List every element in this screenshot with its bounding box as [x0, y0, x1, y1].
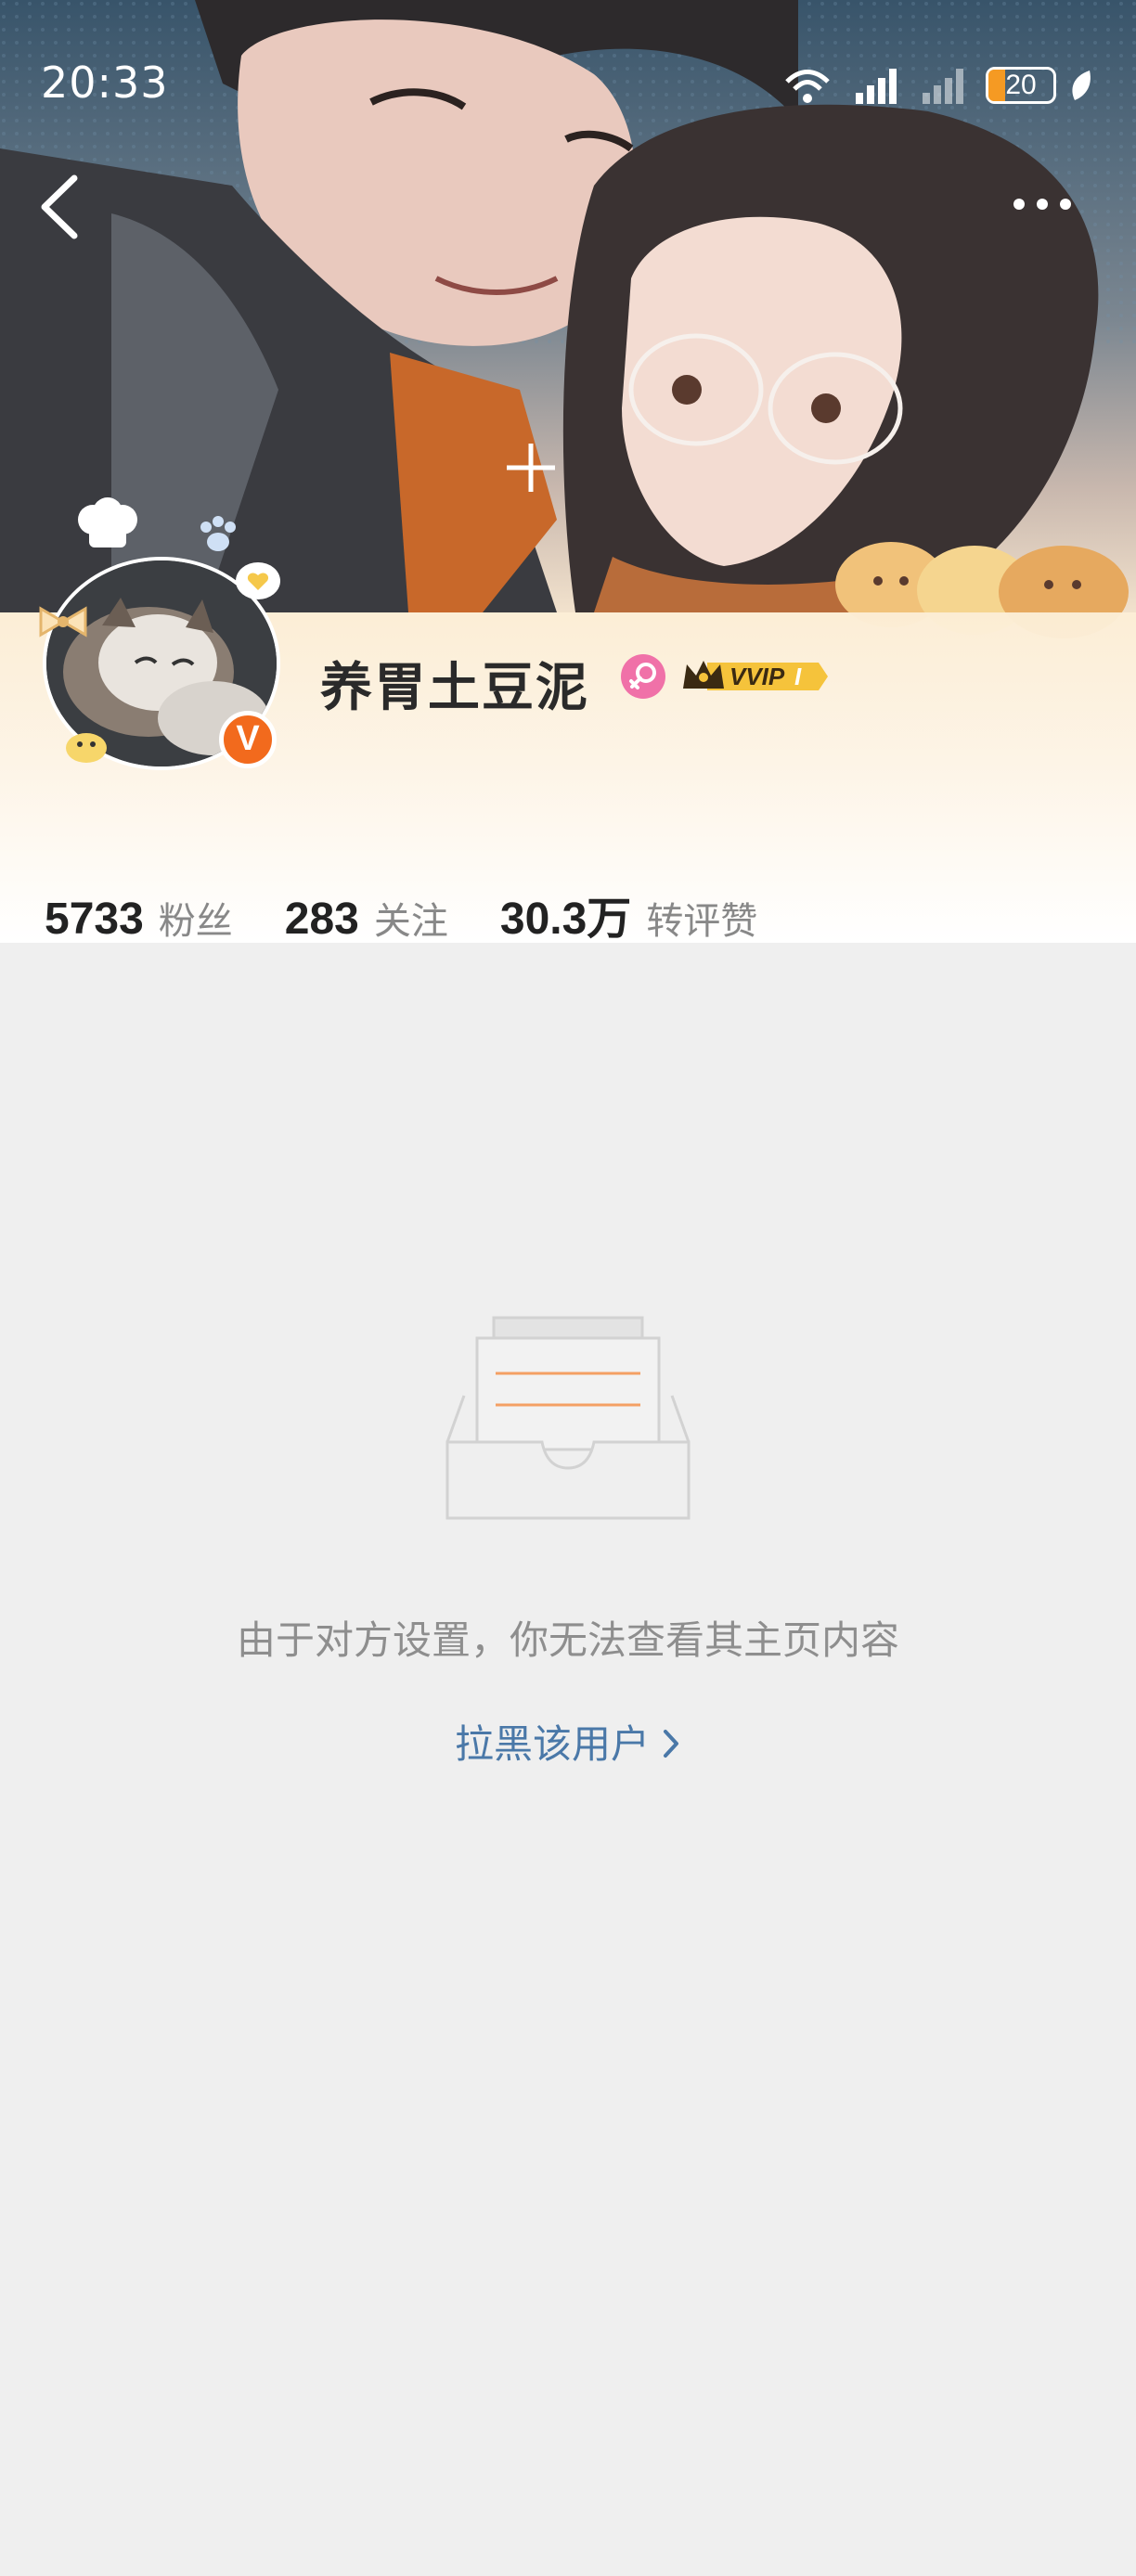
profile-stats: 5733 粉丝 283 关注 30.3万 转评赞	[45, 882, 809, 947]
bow-icon	[39, 606, 87, 638]
verified-badge: V	[219, 711, 277, 768]
stat-label: 转评赞	[646, 900, 758, 943]
stat-following[interactable]: 283 关注	[285, 891, 448, 945]
empty-state-message: 由于对方设置，你无法查看其主页内容	[236, 1617, 899, 1663]
stat-value: 5733	[45, 895, 144, 944]
paw-icon	[200, 516, 236, 551]
empty-inbox-icon	[445, 1316, 691, 1520]
more-horizontal-icon[interactable]	[1010, 186, 1075, 223]
block-user-label: 拉黑该用户	[454, 1721, 650, 1767]
signal-2-icon	[923, 69, 963, 104]
status-time: 20:33	[41, 58, 169, 108]
stat-label: 粉丝	[158, 900, 233, 943]
battery-icon: 20	[986, 67, 1056, 104]
vip-label: VVIP	[729, 663, 785, 690]
stat-value: 283	[284, 895, 359, 944]
stat-interactions[interactable]: 30.3万 转评赞	[500, 882, 757, 947]
leaf-icon	[1072, 71, 1091, 100]
signal-icon	[856, 69, 897, 104]
chick-icon	[66, 733, 107, 763]
profile-cover[interactable]	[0, 0, 1136, 943]
female-icon	[621, 654, 665, 699]
stat-label: 关注	[373, 900, 448, 943]
username: 养胃土豆泥	[320, 658, 589, 718]
stat-value: 30.3万	[499, 895, 632, 944]
stat-followers[interactable]: 5733 粉丝	[45, 891, 233, 945]
vip-level: I	[794, 663, 802, 690]
chevron-left-icon[interactable]	[33, 173, 89, 241]
battery-level: 20	[1005, 70, 1037, 100]
wifi-icon	[785, 70, 830, 103]
block-user-link[interactable]: 拉黑该用户	[0, 1713, 1136, 1770]
chef-hat-icon	[78, 497, 137, 547]
chevron-right-icon	[664, 1730, 678, 1758]
heart-bubble-icon	[236, 562, 280, 599]
vip-badge[interactable]: VVIP I	[679, 655, 830, 698]
